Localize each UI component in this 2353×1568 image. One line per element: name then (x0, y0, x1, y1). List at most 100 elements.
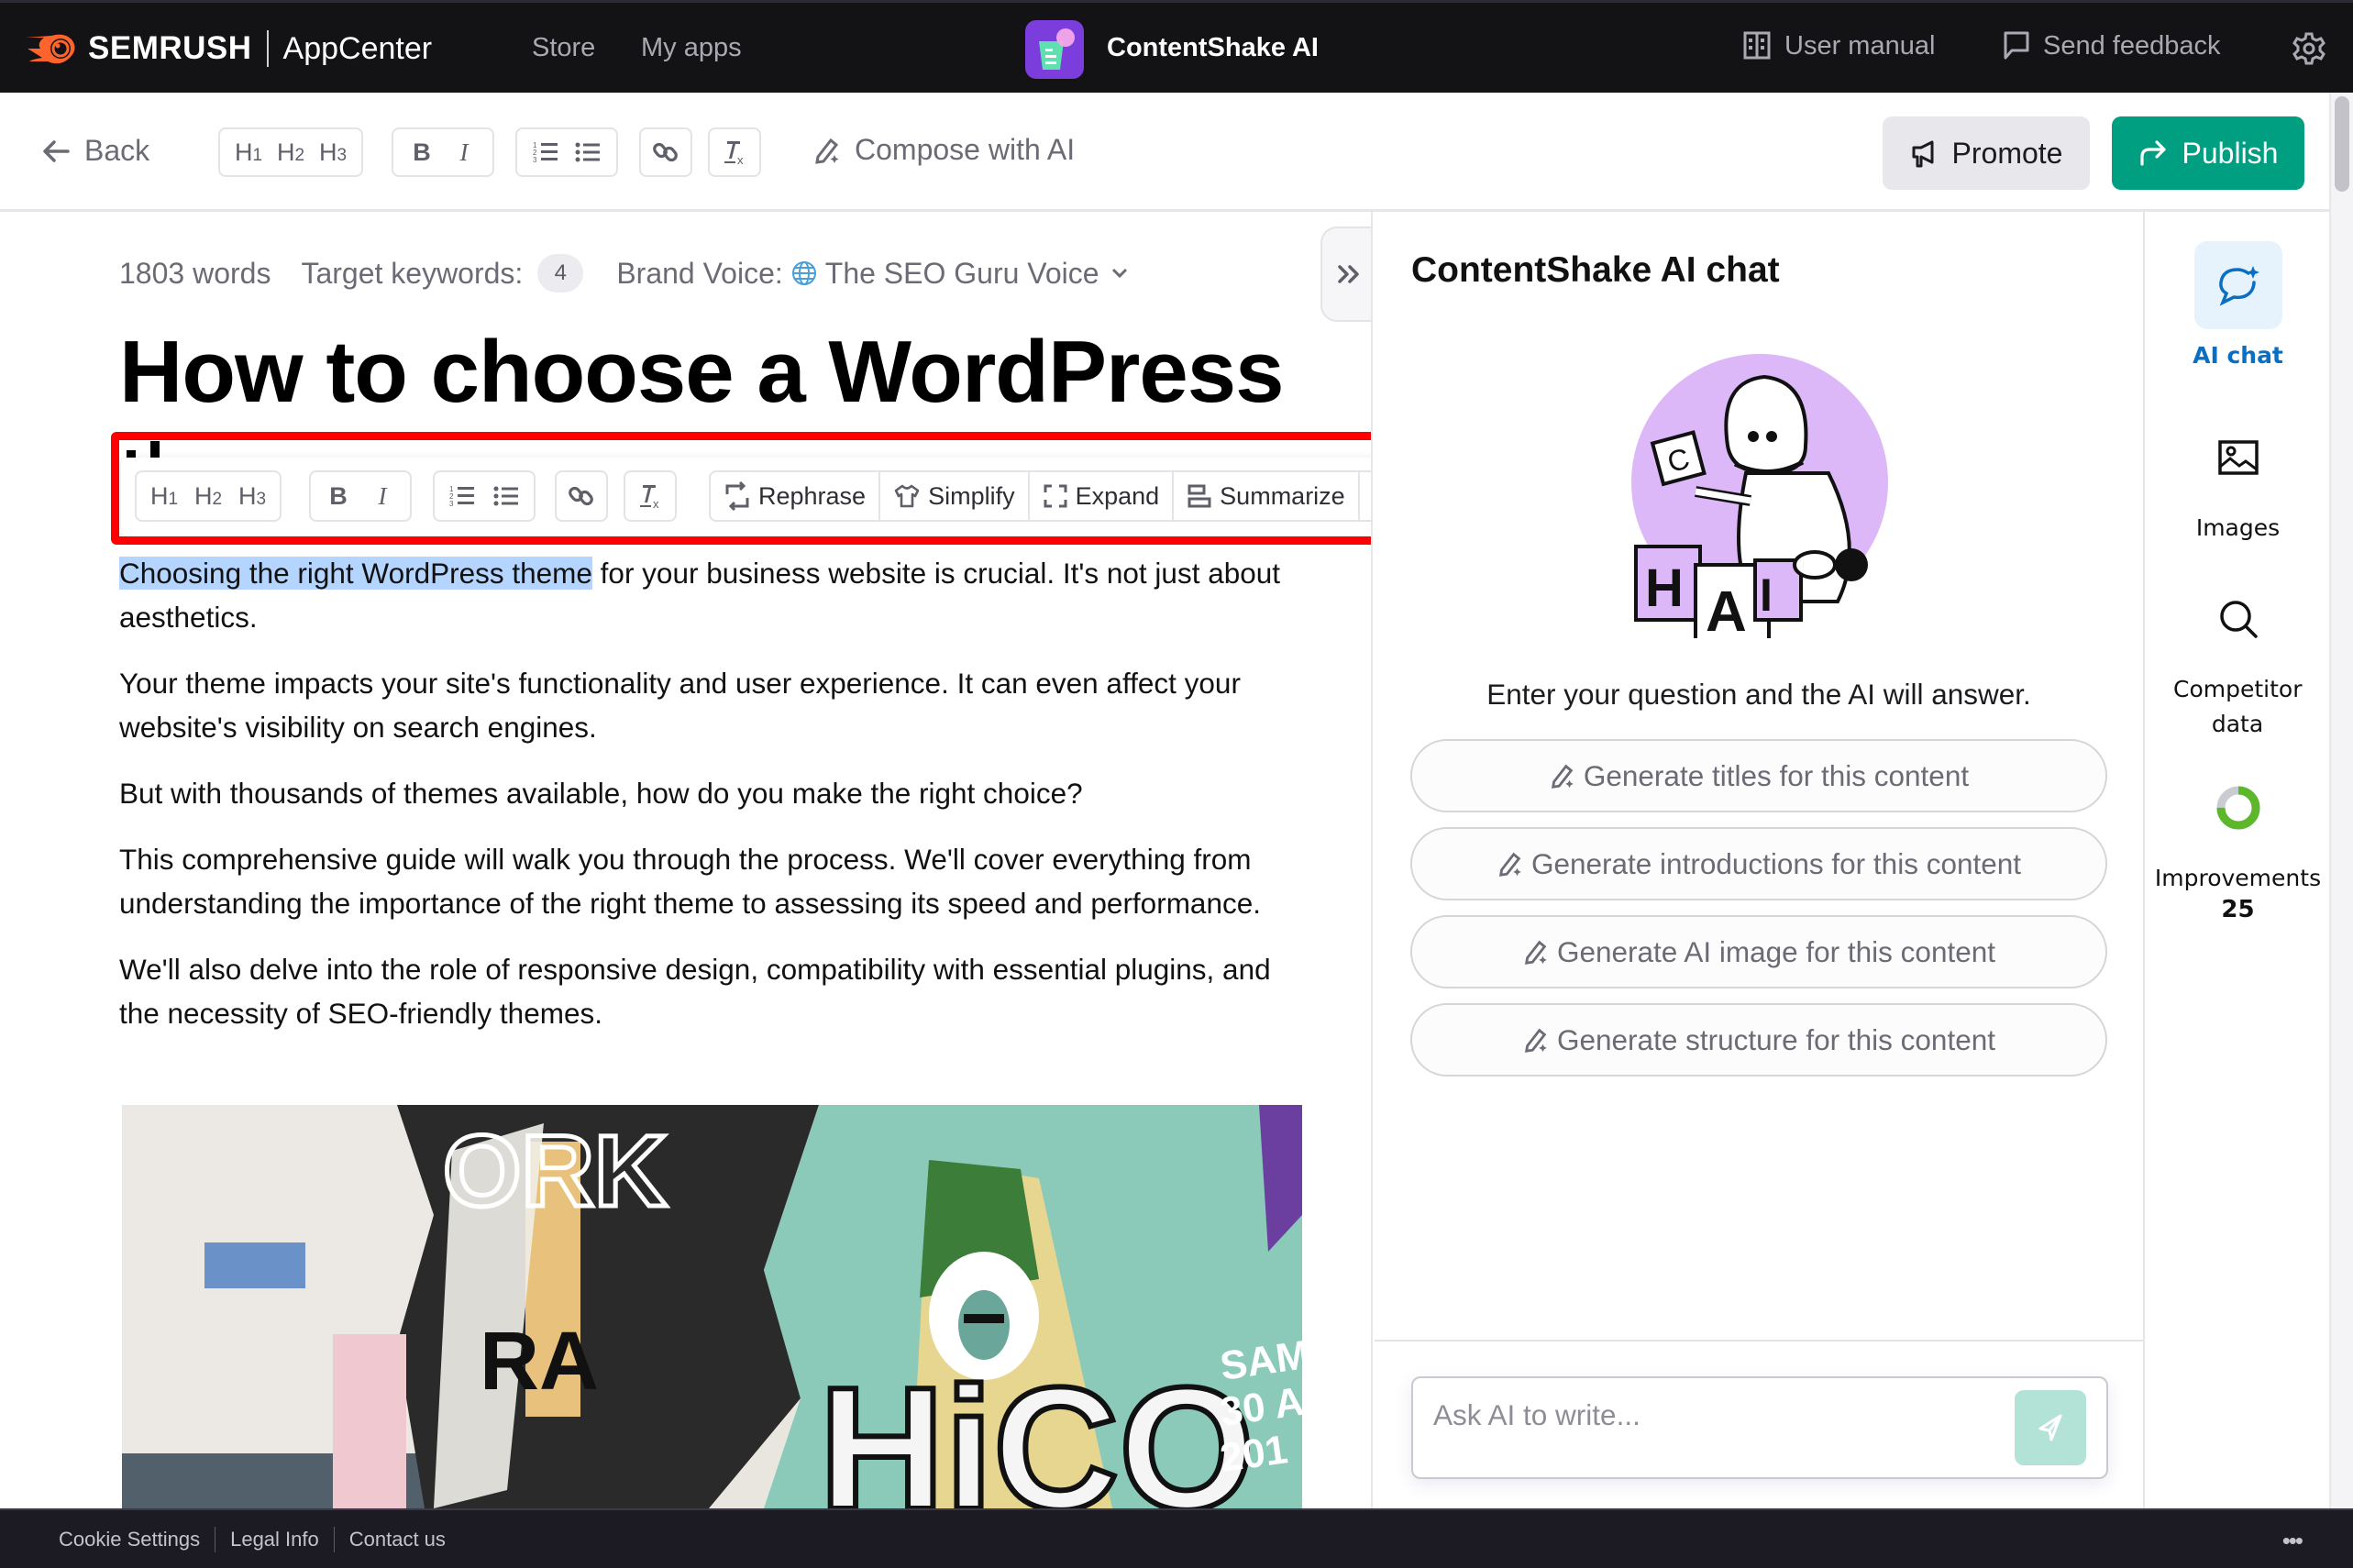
semrush-logo[interactable]: SEMRUSH AppCenter (24, 30, 432, 67)
rail-icon-box (2194, 414, 2282, 502)
svg-text:I: I (1760, 569, 1773, 621)
promote-button[interactable]: Promote (1883, 116, 2090, 190)
editor-pane: 1803 words Target keywords: 4 Brand Voic… (0, 212, 1373, 1508)
clear-formatting-button[interactable]: x (713, 131, 756, 173)
cookie-settings-link[interactable]: Cookie Settings (44, 1528, 215, 1551)
float-link-button[interactable] (559, 473, 603, 519)
brand-voice-select[interactable]: The SEO Guru Voice (825, 257, 1099, 291)
poster-collage-graphic: ORK RA HiCO SAM 30 A 201 (122, 1105, 1302, 1508)
list-group: 123 (515, 127, 618, 177)
heading-2-button[interactable]: H2 (270, 131, 312, 173)
document-meta: 1803 words Target keywords: 4 Brand Voic… (119, 254, 1129, 293)
float-ordered-list-button[interactable]: 123 (440, 473, 484, 519)
nav-my-apps-link[interactable]: My apps (641, 33, 742, 63)
suggestion-generate-titles[interactable]: Generate titles for this content (1410, 739, 2107, 812)
editor-toolbar: Back H1 H2 H3 B I 123 x Compose with AI … (0, 93, 2329, 212)
rail-item-ai-chat[interactable]: AI chat (2145, 241, 2331, 373)
improvements-count: 25 (2221, 896, 2255, 923)
document-title[interactable]: How to choose a WordPress (119, 322, 1284, 423)
summarize-icon (1188, 484, 1211, 508)
collapse-panel-button[interactable] (1320, 226, 1371, 322)
bold-button[interactable]: B (401, 131, 443, 173)
rephrase-button[interactable]: Rephrase (711, 472, 881, 520)
link-button[interactable] (645, 131, 687, 173)
make-list-button[interactable]: Make list (1360, 472, 1371, 520)
share-arrow-icon (2139, 140, 2166, 166)
back-label: Back (84, 134, 150, 167)
rail-label: Images (2195, 514, 2281, 541)
float-bullet-list-button[interactable] (484, 473, 528, 519)
publish-button[interactable]: Publish (2112, 116, 2304, 190)
search-icon (2219, 601, 2258, 638)
suggestion-generate-structure[interactable]: Generate structure for this content (1410, 1003, 2107, 1077)
svg-text:H: H (1645, 558, 1684, 618)
bullet-list-button[interactable] (567, 131, 609, 173)
magic-pen-icon (1498, 852, 1521, 877)
rail-item-improvements[interactable]: Improvements 25 (2145, 764, 2331, 923)
expand-icon (1044, 484, 1067, 508)
float-heading-3-button[interactable]: H3 (230, 473, 274, 519)
gear-icon[interactable] (2292, 32, 2325, 65)
robot-with-blocks-illustration: C H A I (1631, 354, 1888, 638)
nav-store-link[interactable]: Store (532, 33, 595, 63)
rail-item-competitor-data[interactable]: Competitor data (2145, 575, 2331, 742)
float-italic-button[interactable]: I (360, 473, 404, 519)
simplify-button[interactable]: Simplify (880, 472, 1030, 520)
scrollbar-thumb[interactable] (2335, 96, 2349, 192)
page-scrollbar[interactable] (2329, 93, 2353, 1508)
more-options-icon[interactable]: ••• (2282, 1527, 2303, 1555)
paragraph: We'll also delve into the role of respon… (119, 953, 1271, 1030)
rail-label: Improvements (2154, 865, 2322, 891)
ask-ai-input[interactable] (1433, 1398, 1983, 1432)
svg-text:3: 3 (533, 156, 537, 164)
promote-label: Promote (1951, 136, 2063, 170)
float-heading-group: H1 H2 H3 (135, 470, 282, 522)
summarize-button[interactable]: Summarize (1174, 472, 1360, 520)
chevron-down-icon[interactable] (1110, 267, 1129, 280)
semrush-flame-icon (26, 34, 75, 64)
rail-label: AI chat (2193, 342, 2283, 369)
send-feedback-link[interactable]: Send feedback (2003, 30, 2220, 61)
expand-button[interactable]: Expand (1030, 472, 1175, 520)
rail-icon-box (2193, 241, 2282, 329)
improvements-progress-ring (2216, 786, 2259, 830)
heading-1-button[interactable]: H1 (227, 131, 270, 173)
clear-format-icon: x (640, 485, 659, 510)
paragraph: Your theme impacts your site's functiona… (119, 667, 1241, 744)
float-style-group: B I (309, 470, 412, 522)
paragraph: Choosing the right WordPress theme for y… (119, 557, 1281, 634)
target-keywords-count[interactable]: 4 (537, 254, 584, 293)
heading-3-button[interactable]: H3 (312, 131, 354, 173)
app-title: ContentShake AI (1107, 33, 1319, 62)
right-sidebar: AI chat Images Competitor data Improveme… (2143, 212, 2329, 1508)
article-image[interactable]: ORK RA HiCO SAM 30 A 201 (122, 1105, 1302, 1508)
clear-format-group: x (708, 127, 761, 177)
contentshake-app-icon (1025, 20, 1084, 79)
float-clear-formatting-button[interactable]: x (628, 473, 672, 519)
float-heading-1-button[interactable]: H1 (142, 473, 186, 519)
suggestion-generate-ai-image[interactable]: Generate AI image for this content (1410, 915, 2107, 988)
legal-info-link[interactable]: Legal Info (215, 1528, 334, 1551)
book-icon (1743, 31, 1771, 60)
suggestion-generate-introductions[interactable]: Generate introductions for this content (1410, 827, 2107, 900)
megaphone-icon (1912, 140, 1934, 168)
italic-button[interactable]: I (443, 131, 485, 173)
brand-name: SEMRUSH (88, 30, 252, 66)
globe-icon (791, 261, 816, 285)
compose-with-ai-button[interactable]: Compose with AI (812, 133, 1075, 167)
user-manual-link[interactable]: User manual (1742, 30, 1935, 61)
document-body[interactable]: Choosing the right WordPress theme for y… (119, 551, 1302, 1057)
contact-us-link[interactable]: Contact us (335, 1528, 460, 1551)
chat-title: ContentShake AI chat (1411, 250, 1780, 290)
float-heading-2-button[interactable]: H2 (186, 473, 230, 519)
rail-item-images[interactable]: Images (2145, 414, 2331, 546)
send-feedback-label: Send feedback (2043, 30, 2221, 61)
svg-text:x: x (737, 153, 744, 166)
ordered-list-button[interactable]: 123 (525, 131, 567, 173)
tshirt-icon (894, 484, 920, 508)
back-button[interactable]: Back (42, 134, 149, 168)
rail-icon-box (2194, 764, 2282, 852)
float-bold-button[interactable]: B (316, 473, 360, 519)
ai-actions-group: Rephrase Simplify Expand Summarize Make … (709, 470, 1371, 522)
send-button[interactable] (2015, 1390, 2086, 1465)
